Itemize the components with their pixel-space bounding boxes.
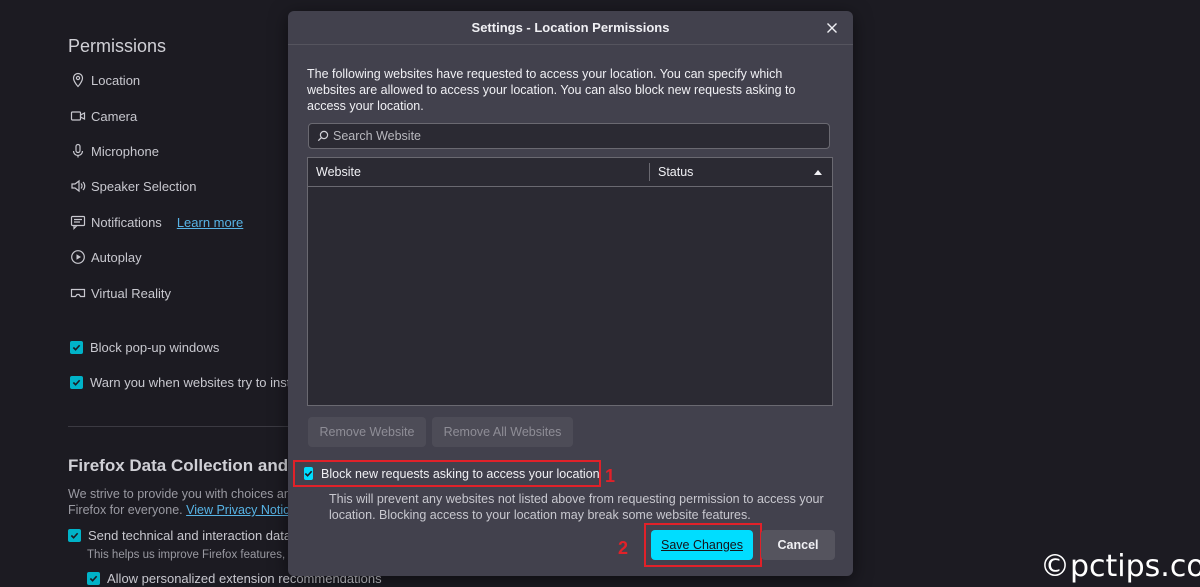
data-collection-description: We strive to provide you with choices an… (68, 487, 298, 501)
websites-table: Website Status (307, 157, 833, 406)
permission-label: Speaker Selection (91, 178, 197, 194)
permission-label: Microphone (91, 143, 159, 159)
block-requests-note: This will prevent any websites not liste… (329, 492, 824, 522)
speaker-icon (71, 179, 86, 193)
permission-notifications[interactable]: Notifications Learn more (70, 214, 243, 230)
data-collection-heading: Firefox Data Collection and (68, 456, 289, 475)
column-header-status[interactable]: Status (650, 165, 832, 179)
permission-camera[interactable]: Camera (70, 108, 137, 124)
permission-label: Location (91, 72, 141, 88)
dialog-header: Settings - Location Permissions (288, 11, 853, 45)
send-technical-label: Send technical and interaction data to (88, 528, 306, 543)
remove-website-button[interactable]: Remove Website (308, 417, 426, 447)
microphone-icon (72, 143, 84, 158)
search-input[interactable] (333, 129, 813, 143)
permission-label: Autoplay (91, 249, 142, 265)
description-text: Firefox for everyone. (68, 503, 187, 517)
warn-addons-label: Warn you when websites try to instal (90, 375, 301, 390)
learn-more-link[interactable]: Learn more (177, 215, 243, 230)
column-header-website[interactable]: Website (308, 163, 650, 181)
location-pin-icon (72, 72, 84, 88)
checkmark-icon (70, 376, 83, 389)
permission-autoplay[interactable]: Autoplay (70, 249, 142, 265)
permission-location[interactable]: Location (70, 72, 140, 88)
checkmark-icon (70, 341, 83, 354)
block-popups-checkbox[interactable]: Block pop-up windows (70, 340, 219, 355)
data-collection-description-2: Firefox for everyone. View Privacy Notic… (68, 503, 296, 517)
block-popups-label: Block pop-up windows (90, 340, 220, 355)
section-divider (68, 426, 298, 427)
checkmark-icon (304, 467, 313, 480)
permission-label: Notifications (91, 214, 162, 230)
checkmark-icon (87, 572, 100, 585)
watermark: ©pctips.com (1040, 549, 1200, 584)
dialog-title: Settings - Location Permissions (471, 20, 670, 35)
location-permissions-dialog: Settings - Location Permissions The foll… (288, 11, 853, 576)
dialog-description: The following websites have requested to… (307, 67, 796, 113)
table-header: Website Status (308, 158, 832, 187)
camera-icon (70, 111, 86, 121)
column-label: Status (658, 165, 694, 179)
checkmark-icon (68, 529, 81, 542)
privacy-notice-link[interactable]: View Privacy Notice (186, 503, 296, 517)
cancel-button[interactable]: Cancel (761, 530, 835, 560)
vr-icon (70, 288, 86, 298)
permissions-heading: Permissions (68, 36, 167, 56)
permission-speaker[interactable]: Speaker Selection (70, 178, 197, 194)
sort-ascending-icon (814, 169, 822, 175)
annotation-marker-1: 1 (605, 466, 616, 486)
save-changes-button[interactable]: Save Changes (651, 530, 753, 560)
block-new-requests-label: Block new requests asking to access your… (321, 466, 600, 481)
notification-icon (70, 215, 86, 230)
permission-vr[interactable]: Virtual Reality (70, 285, 171, 301)
send-technical-note: This helps us improve Firefox features, … (87, 549, 302, 561)
close-button[interactable] (823, 19, 841, 37)
send-technical-data-checkbox[interactable]: Send technical and interaction data to (68, 528, 306, 543)
warn-addons-checkbox[interactable]: Warn you when websites try to instal (70, 375, 301, 390)
autoplay-icon (71, 250, 85, 264)
permission-label: Camera (91, 108, 138, 124)
annotation-marker-2: 2 (618, 538, 629, 558)
search-icon (317, 130, 329, 142)
permission-label: Virtual Reality (91, 285, 171, 301)
remove-all-websites-button[interactable]: Remove All Websites (432, 417, 573, 447)
permission-microphone[interactable]: Microphone (70, 143, 159, 159)
close-icon (827, 23, 837, 33)
column-label: Website (316, 165, 361, 179)
block-new-requests-checkbox[interactable]: Block new requests asking to access your… (293, 460, 601, 487)
search-website-field[interactable] (308, 123, 830, 149)
